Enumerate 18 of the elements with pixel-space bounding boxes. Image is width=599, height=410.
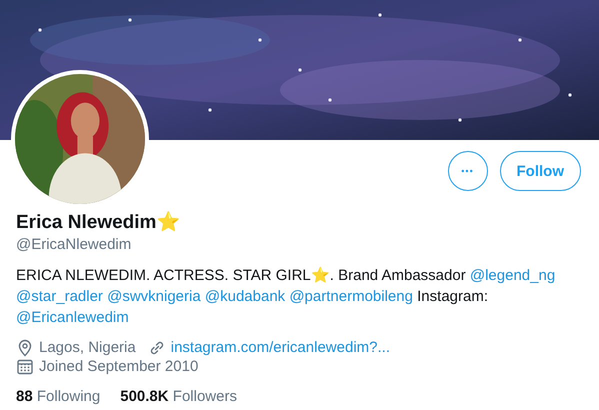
mention-link[interactable]: @Ericanlewedim [16, 309, 129, 326]
profile-handle: @EricaNlewedim [16, 235, 132, 255]
calendar-icon [16, 358, 34, 376]
website-link[interactable]: instagram.com/ericanlewedim?... [170, 338, 390, 357]
mention-link[interactable]: @kudabank [204, 288, 286, 305]
follow-button[interactable]: Follow [500, 151, 581, 191]
mention-link[interactable]: @legend_ng [470, 267, 556, 284]
mention-link[interactable]: @swvknigeria [107, 288, 201, 305]
stat-link[interactable]: 500.8K Followers [120, 388, 237, 405]
bio-text: ERICA NLEWEDIM. ACTRESS. STAR GIRL⭐. Brand Ambassador @legend_ng @star_radler @swvknigeria @kudabank @partnermobileng Instagram: @Ericanlewedim [16, 266, 556, 328]
location-text: Lagos, Nigeria [39, 338, 136, 357]
profile-name: Erica Nlewedim⭐ [16, 211, 180, 235]
more-button[interactable]: ••• [448, 151, 488, 191]
mention-link[interactable]: @star_radler [16, 288, 103, 305]
stat-link[interactable]: 88 Following [16, 388, 100, 405]
mention-link[interactable]: @partnermobileng [289, 288, 413, 305]
joined-date: Joined September 2010 [39, 357, 198, 376]
location-pin-icon [16, 338, 34, 356]
